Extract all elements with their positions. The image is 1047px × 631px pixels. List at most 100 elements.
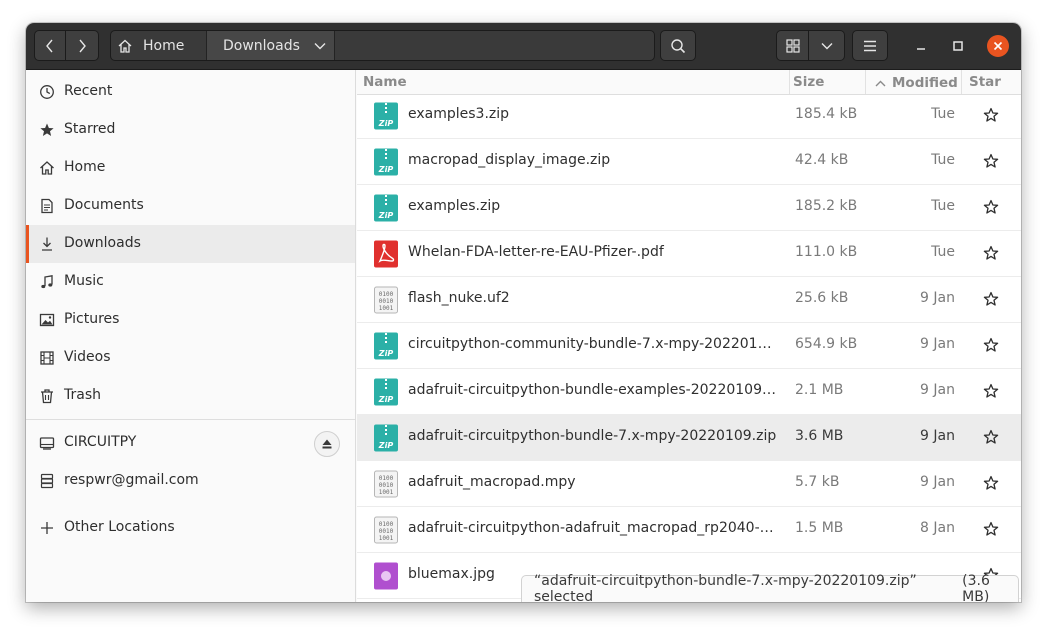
file-row[interactable]: 0100 0010 1001 adafruit_macropad.mpy 5.7 kB 9…	[357, 461, 1021, 507]
file-modified: 9 Jan	[920, 382, 955, 398]
star-icon[interactable]	[983, 291, 999, 307]
column-divider[interactable]	[865, 70, 866, 94]
sidebar-item-home[interactable]: Home	[26, 149, 355, 187]
file-size: 185.4 kB	[795, 106, 858, 122]
file-name: adafruit-circuitpython-bundle-7.x-mpy-20…	[408, 428, 777, 444]
chevron-right-icon	[79, 39, 86, 52]
forward-button[interactable]	[66, 30, 99, 61]
file-row[interactable]: 0100 0010 1001 flash_nuke.uf2 25.6 kB 9 Jan	[357, 277, 1021, 323]
sidebar-item-circuitpy[interactable]: CIRCUITPY	[26, 424, 355, 462]
sidebar-item-music[interactable]: Music	[26, 263, 355, 301]
sidebar-item-recent[interactable]: Recent	[26, 73, 355, 111]
file-row[interactable]: ZiP circuitpython-community-bundle-7.x-mp…	[357, 323, 1021, 369]
close-button[interactable]	[987, 35, 1009, 57]
file-row[interactable]: ZiP macropad_display_image.zip 42.4 kB Tue	[357, 139, 1021, 185]
file-size: 3.6 MB	[795, 428, 844, 444]
back-button[interactable]	[34, 30, 66, 61]
selection-status-popup: “adafruit-circuitpython-bundle-7.x-mpy-2…	[521, 573, 1019, 602]
file-row[interactable]: ZiP adafruit-circuitpython-bundle-7.x-mpy…	[357, 415, 1021, 461]
svg-text:0010: 0010	[379, 298, 394, 305]
selection-size-text: (3.6 MB)	[962, 573, 990, 602]
star-icon[interactable]	[983, 199, 999, 215]
column-modified-header[interactable]: Modified	[875, 74, 958, 92]
sidebar-item-label: Music	[64, 273, 104, 289]
plus-icon	[39, 520, 55, 536]
star-icon[interactable]	[983, 429, 999, 445]
column-name-header[interactable]: Name	[363, 74, 407, 92]
star-icon[interactable]	[983, 245, 999, 261]
network-drive-icon	[39, 473, 55, 489]
grid-icon	[785, 38, 800, 53]
svg-text:0010: 0010	[379, 482, 394, 489]
svg-text:ZiP: ZiP	[378, 441, 394, 450]
file-list-view[interactable]: Name Size Modified Star pfizer_adverse_e…	[357, 70, 1021, 602]
star-icon[interactable]	[983, 107, 999, 123]
sidebar-item-videos[interactable]: Videos	[26, 339, 355, 377]
file-row[interactable]: ZiP adafruit-circuitpython-bundle-example…	[357, 369, 1021, 415]
main-menu-button[interactable]	[852, 30, 888, 61]
file-size: 2.1 MB	[795, 382, 844, 398]
zip-archive-icon: ZiP	[373, 332, 399, 360]
sidebar-item-starred[interactable]: Starred	[26, 111, 355, 149]
zip-archive-icon: ZiP	[373, 194, 399, 222]
breadcrumb: Home Downloads	[110, 30, 655, 61]
star-icon[interactable]	[983, 383, 999, 399]
zip-archive-icon: ZiP	[373, 424, 399, 452]
file-size: 42.4 kB	[795, 152, 849, 168]
breadcrumb-home-label: Home	[143, 37, 185, 54]
file-row[interactable]: ZiP examples.zip 185.2 kB Tue	[357, 185, 1021, 231]
star-icon[interactable]	[983, 475, 999, 491]
sidebar-item-label: Starred	[64, 121, 116, 137]
column-star-header[interactable]: Star	[969, 74, 1001, 92]
column-size-header[interactable]: Size	[793, 74, 824, 92]
svg-text:0100: 0100	[379, 475, 394, 482]
file-row[interactable]: Whelan-FDA-letter-re-EAU-Pfizer-.pdf 111.…	[357, 231, 1021, 277]
minimize-icon	[917, 48, 925, 50]
file-manager-window: Home Downloads Recent Starred Home Docum…	[26, 23, 1021, 602]
home-icon	[39, 160, 55, 176]
breadcrumb-downloads-label: Downloads	[223, 37, 300, 54]
sidebar-item-network-account[interactable]: respwr@gmail.com	[26, 462, 355, 500]
sidebar-item-documents[interactable]: Documents	[26, 187, 355, 225]
zip-archive-icon: ZiP	[373, 102, 399, 130]
file-modified: Tue	[931, 152, 955, 168]
search-icon	[671, 38, 686, 53]
sidebar-item-trash[interactable]: Trash	[26, 377, 355, 415]
file-row[interactable]: 0100 0010 1001 adafruit-circuitpython-adafr…	[357, 507, 1021, 553]
sidebar-item-pictures[interactable]: Pictures	[26, 301, 355, 339]
file-name: macropad_display_image.zip	[408, 152, 611, 168]
path-bar-empty-area[interactable]	[335, 31, 654, 60]
grid-view-button[interactable]	[776, 30, 809, 61]
file-name: adafruit-circuitpython-adafruit_macropad…	[408, 520, 780, 536]
svg-text:ZiP: ZiP	[378, 349, 394, 358]
star-icon[interactable]	[983, 337, 999, 353]
column-divider[interactable]	[961, 70, 962, 94]
view-options-button[interactable]	[809, 30, 845, 61]
download-icon	[39, 236, 55, 252]
eject-button[interactable]	[314, 431, 340, 457]
file-name: adafruit_macropad.mpy	[408, 474, 576, 490]
file-modified: Tue	[931, 106, 955, 122]
star-icon[interactable]	[983, 521, 999, 537]
column-divider[interactable]	[789, 70, 790, 94]
file-size: 185.2 kB	[795, 198, 858, 214]
star-icon	[39, 122, 55, 138]
maximize-button[interactable]	[947, 35, 969, 57]
sidebar-item-downloads[interactable]: Downloads	[26, 225, 355, 263]
svg-text:ZiP: ZiP	[378, 119, 394, 128]
file-size: 111.0 kB	[795, 244, 858, 260]
breadcrumb-home[interactable]: Home	[111, 31, 207, 60]
sidebar-item-label: Videos	[64, 349, 111, 365]
file-row[interactable]: ZiP examples3.zip 185.4 kB Tue	[357, 93, 1021, 139]
minimize-button[interactable]	[910, 35, 932, 57]
binary-file-icon: 0100 0010 1001	[373, 516, 399, 544]
file-size: 5.7 kB	[795, 474, 840, 490]
selection-status-text: “adafruit-circuitpython-bundle-7.x-mpy-2…	[534, 573, 917, 602]
breadcrumb-downloads[interactable]: Downloads	[207, 31, 335, 60]
sidebar-item-other-locations[interactable]: Other Locations	[26, 509, 355, 547]
search-button[interactable]	[660, 30, 696, 61]
sidebar-item-label: respwr@gmail.com	[64, 472, 199, 488]
chevron-down-icon[interactable]	[314, 42, 326, 50]
star-icon[interactable]	[983, 153, 999, 169]
pdf-icon	[373, 240, 399, 268]
